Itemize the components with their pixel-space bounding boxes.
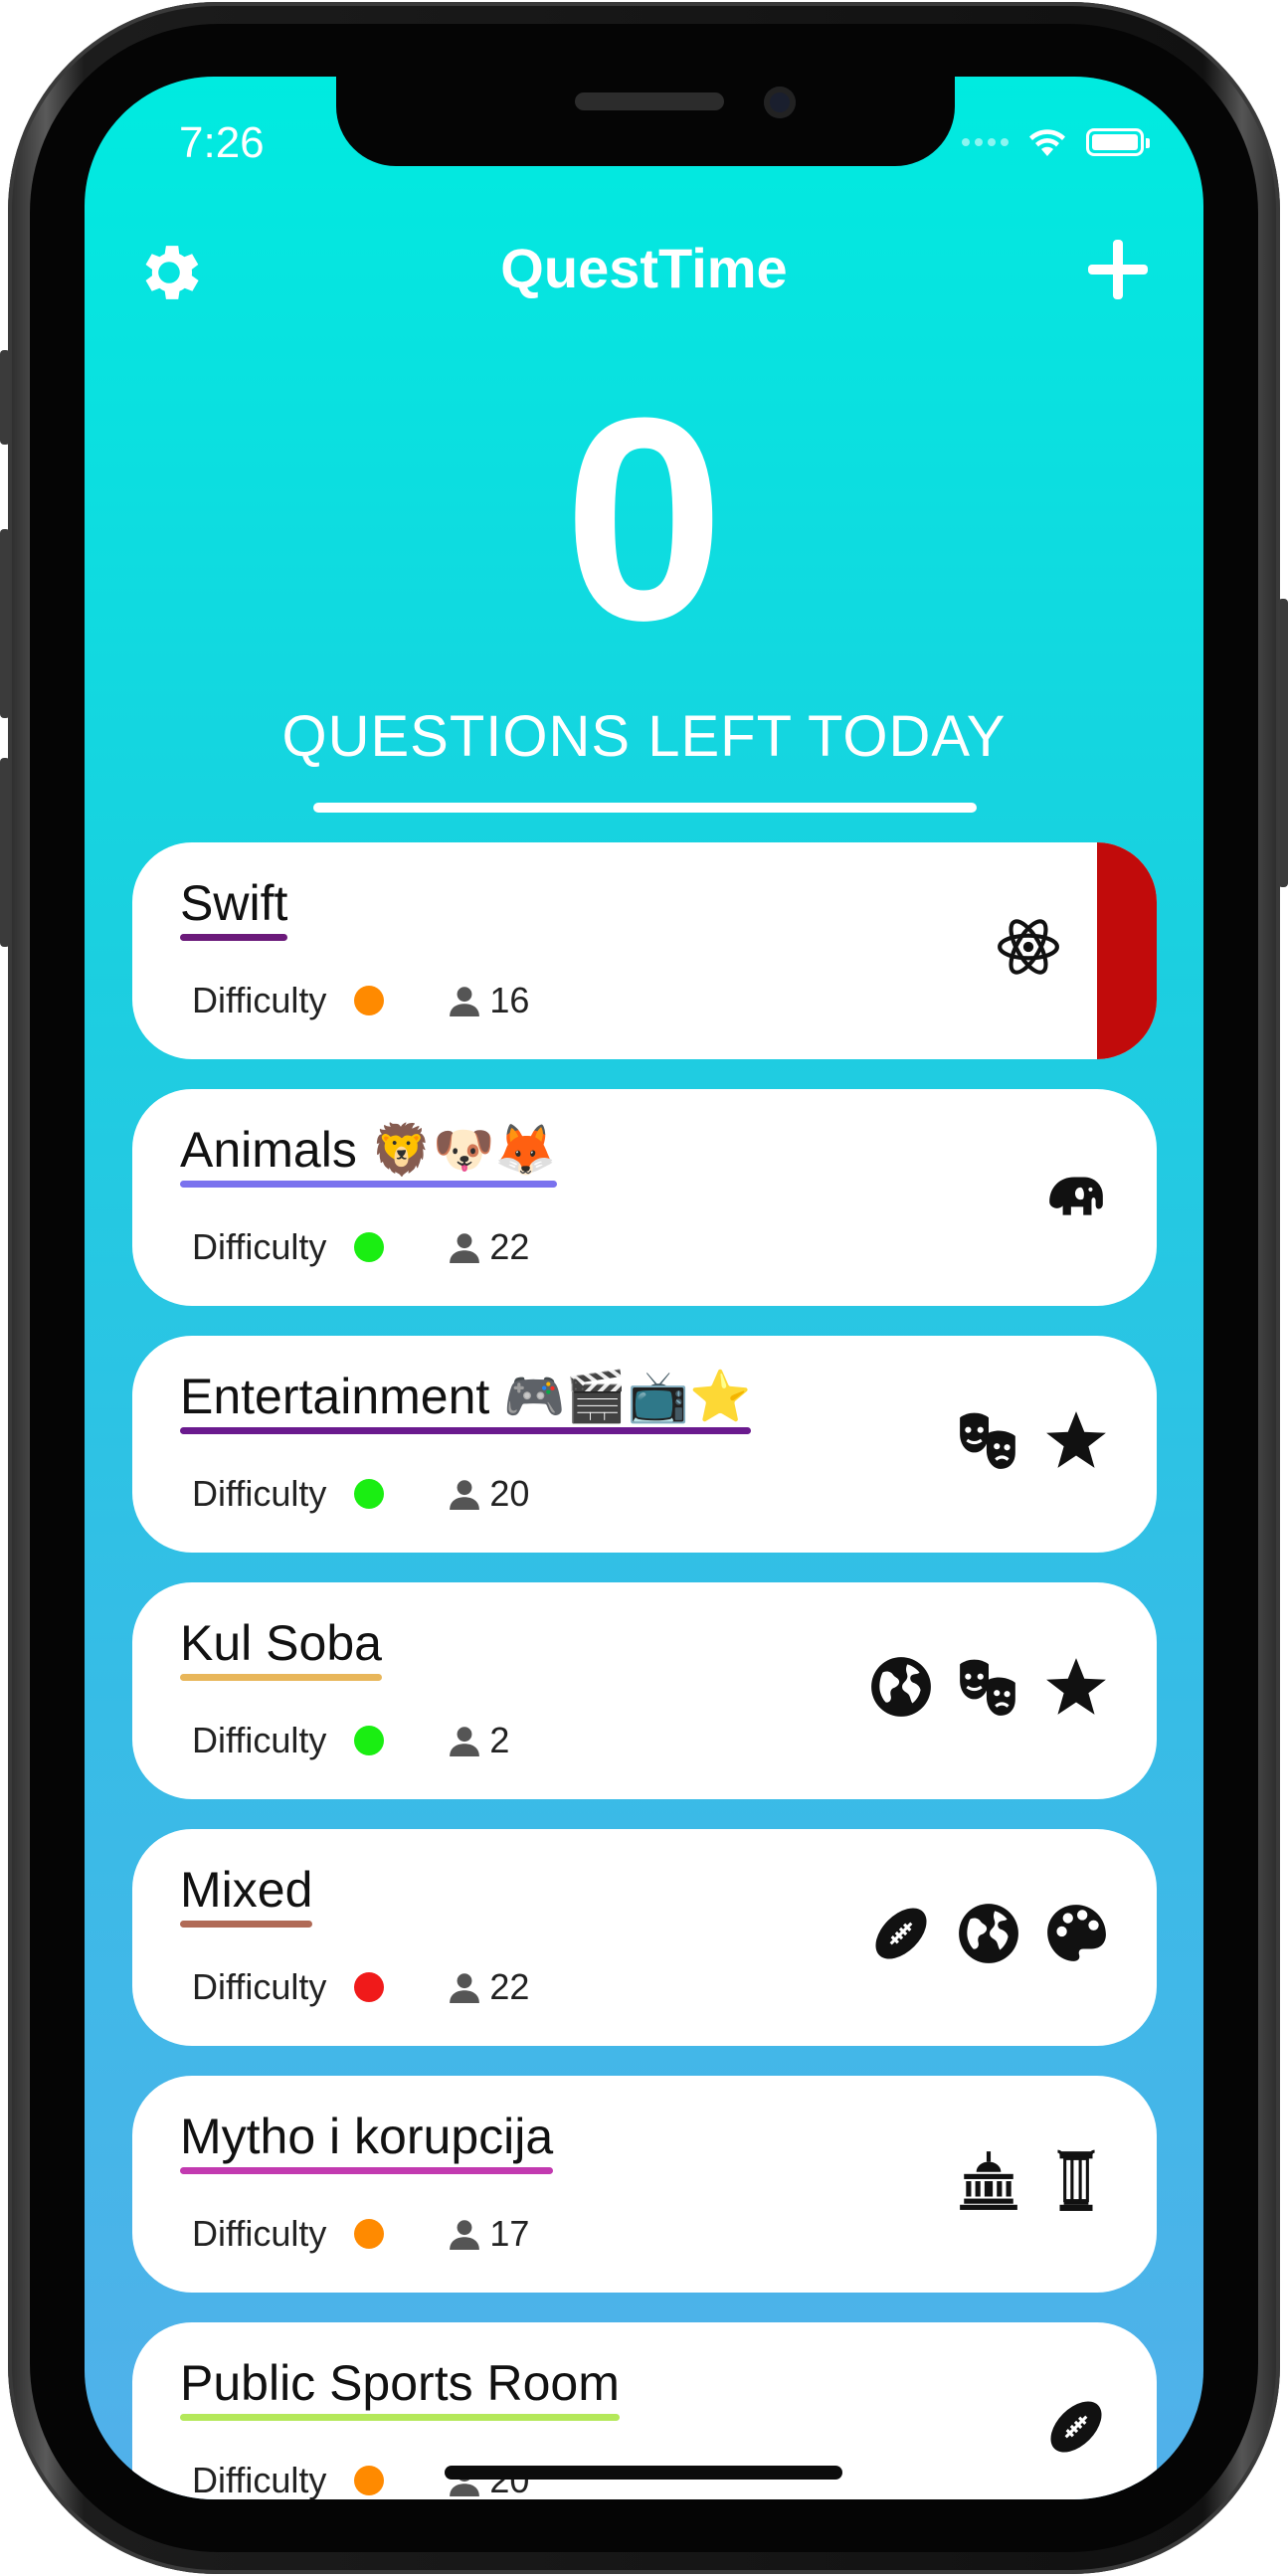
- players-count: 2: [489, 1720, 510, 1760]
- difficulty-indicator: [354, 1232, 385, 1262]
- progress-underline: [313, 803, 977, 813]
- status-indicators: [962, 126, 1150, 158]
- category-icons: [1043, 2394, 1109, 2460]
- status-time: 7:26: [179, 118, 265, 167]
- difficulty-label: Difficulty: [192, 1720, 327, 1760]
- column-icon: [1057, 2149, 1095, 2211]
- quiz-card[interactable]: Mytho i korupcija Difficulty 17: [132, 2076, 1157, 2293]
- notch: [336, 77, 955, 166]
- difficulty-indicator: [354, 986, 385, 1015]
- players-count: 22: [489, 1226, 530, 1267]
- cellular-signal-icon: [962, 138, 1009, 146]
- quiz-meta: Difficulty 16: [192, 980, 529, 1021]
- quiz-title: Mixed: [180, 1862, 313, 1918]
- quiz-card[interactable]: Entertainment 🎮🎬📺⭐ Difficulty 20: [132, 1336, 1157, 1553]
- app-screen: 7:26 QuestTime 0 QUESTIONS LEFT TODAY Sw…: [85, 77, 1203, 2499]
- globe-icon: [959, 1904, 1018, 1963]
- quiz-title-wrap: Public Sports Room: [180, 2350, 620, 2421]
- difficulty-label: Difficulty: [192, 1966, 327, 2007]
- players-count: 16: [489, 980, 530, 1020]
- add-quiz-plus-icon[interactable]: [1084, 236, 1152, 303]
- quiz-meta: Difficulty 22: [192, 1226, 529, 1268]
- category-icons: [956, 2147, 1109, 2213]
- football-icon: [1050, 2401, 1102, 2453]
- difficulty-indicator: [354, 2219, 385, 2249]
- quiz-title: Public Sports Room: [180, 2355, 620, 2411]
- quiz-title-wrap: Entertainment 🎮🎬📺⭐: [180, 1364, 752, 1434]
- players-person-icon: [450, 987, 480, 1016]
- theater-masks-icon: [960, 1659, 1015, 1716]
- quiz-meta: Difficulty 20: [192, 1473, 529, 1515]
- quiz-title: Animals 🦁🐶🦊: [180, 1122, 557, 1178]
- globe-icon: [871, 1657, 931, 1717]
- players-person-icon: [450, 1727, 480, 1756]
- players-person-icon: [450, 1233, 480, 1263]
- quiz-title-wrap: Mixed: [180, 1857, 313, 1928]
- landmark-icon: [960, 2151, 1017, 2210]
- quiz-title: Swift: [180, 875, 288, 931]
- players-count: 20: [489, 1473, 530, 1514]
- quiz-card[interactable]: Mixed Difficulty 22: [132, 1829, 1157, 2046]
- elephant-icon: [1049, 1177, 1103, 1215]
- players-person-icon: [450, 1480, 480, 1510]
- difficulty-indicator: [354, 1479, 385, 1509]
- difficulty-indicator: [354, 1726, 385, 1755]
- wifi-icon: [1029, 129, 1065, 156]
- quiz-title-wrap: Kul Soba: [180, 1610, 382, 1681]
- players-count: 17: [489, 2213, 530, 2254]
- quiz-title: Kul Soba: [180, 1615, 382, 1671]
- difficulty-label: Difficulty: [192, 1473, 327, 1514]
- questions-left-count: 0: [563, 358, 725, 680]
- theater-masks-icon: [960, 1412, 1015, 1469]
- difficulty-label: Difficulty: [192, 2460, 327, 2499]
- difficulty-indicator: [354, 1972, 385, 2002]
- quiz-card[interactable]: Kul Soba Difficulty 2: [132, 1582, 1157, 1799]
- category-icons: [1043, 1161, 1109, 1226]
- quiz-title-wrap: Animals 🦁🐶🦊: [180, 1117, 557, 1188]
- star-icon: [1046, 1411, 1106, 1468]
- battery-icon: [1086, 128, 1150, 156]
- quiz-title: Mytho i korupcija: [180, 2109, 554, 2164]
- palette-icon: [1047, 1905, 1106, 1961]
- quiz-title-wrap: Mytho i korupcija: [180, 2104, 554, 2174]
- quiz-card[interactable]: Swift Difficulty 16: [132, 842, 1157, 1059]
- quiz-title: Entertainment 🎮🎬📺⭐: [180, 1369, 752, 1424]
- atom-icon: [998, 919, 1059, 975]
- difficulty-label: Difficulty: [192, 980, 327, 1020]
- difficulty-label: Difficulty: [192, 1226, 327, 1267]
- players-person-icon: [450, 1973, 480, 2003]
- quiz-meta: Difficulty 2: [192, 1720, 509, 1761]
- players-person-icon: [450, 2220, 480, 2250]
- players-count: 22: [489, 1966, 530, 2007]
- category-icons: [956, 1407, 1109, 1473]
- star-icon: [1046, 1658, 1106, 1715]
- quiz-title-wrap: Swift: [180, 870, 288, 941]
- category-icons: [868, 1901, 1109, 1966]
- questions-left-label: QUESTIONS LEFT TODAY: [281, 704, 1007, 769]
- quiz-meta: Difficulty 22: [192, 1966, 529, 2008]
- quiz-card[interactable]: Animals 🦁🐶🦊 Difficulty 22: [132, 1089, 1157, 1306]
- difficulty-indicator: [354, 2466, 385, 2495]
- category-icons: [868, 1654, 1109, 1720]
- category-icons: [996, 914, 1061, 980]
- home-indicator[interactable]: [445, 2466, 842, 2480]
- quiz-meta: Difficulty 17: [192, 2213, 529, 2255]
- football-icon: [875, 1908, 927, 1959]
- difficulty-label: Difficulty: [192, 2213, 327, 2254]
- swipe-delete-action[interactable]: [1097, 842, 1157, 1059]
- app-title: QuestTime: [500, 237, 788, 299]
